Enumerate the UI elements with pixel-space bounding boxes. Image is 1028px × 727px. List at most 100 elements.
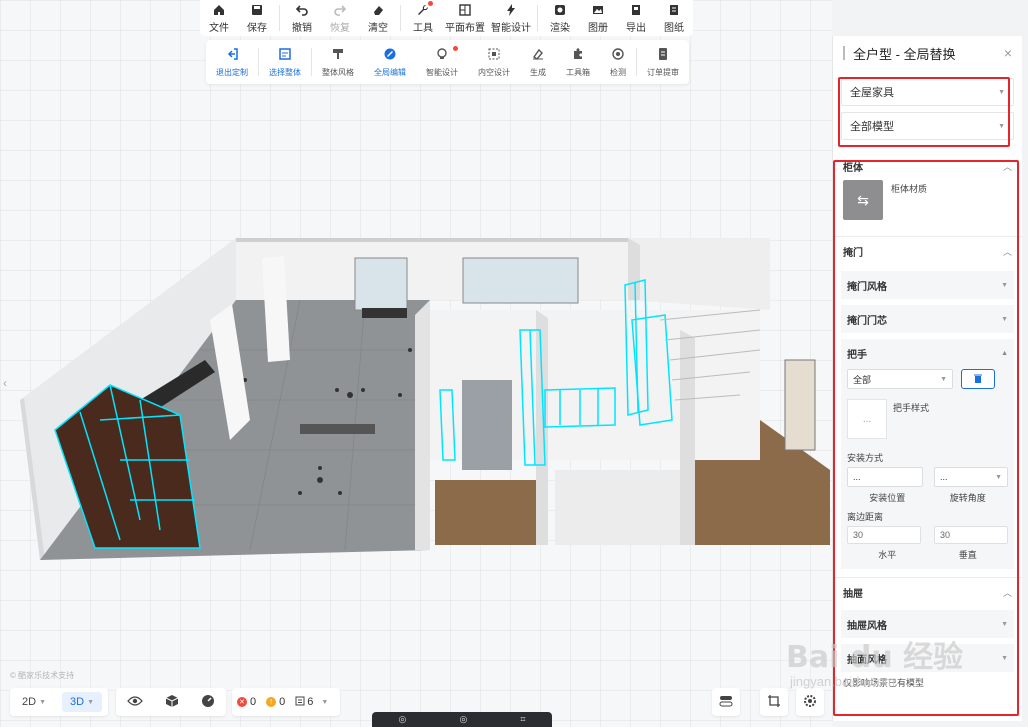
tools-button[interactable]: 工具 xyxy=(404,0,442,36)
back-wall-top xyxy=(236,238,628,242)
export-button[interactable]: 导出 xyxy=(617,0,655,36)
customize-toolbar: 退出定制 选择整体 整体风格 全局编辑 智能设计 内空设计 生成 工具箱 检测 … xyxy=(206,40,689,84)
toolbar-divider xyxy=(537,5,538,31)
view-settings-button[interactable] xyxy=(796,688,824,716)
global-edit-button[interactable]: 全局编辑 xyxy=(364,40,416,84)
chevron-down-icon: ▼ xyxy=(998,122,1005,130)
eye-icon[interactable] xyxy=(127,695,143,710)
floor-vent xyxy=(300,424,375,434)
3d-viewport[interactable]: 文件 保存 撤销 恢复 清空 工具 平面布置 智能设计 渲染 图册 导出 图纸 … xyxy=(0,0,832,727)
drawer-panel-style-select[interactable]: 抽面风格 ▼ xyxy=(841,644,1014,672)
chevron-down-icon: ▼ xyxy=(1001,315,1008,323)
issue-counter[interactable]: ✕ 0 ! 0 6 ▼ xyxy=(232,688,340,716)
camera-control-icon[interactable]: ⌗ xyxy=(520,714,525,725)
chevron-up-icon: ▲ xyxy=(1001,349,1008,357)
file-button[interactable]: 文件 xyxy=(200,0,238,36)
chevron-down-icon: ▼ xyxy=(998,88,1005,96)
order-review-button[interactable]: 订单提审 xyxy=(637,40,689,84)
view-3d-button[interactable]: 3D ▼ xyxy=(62,692,102,712)
exit-customize-button[interactable]: 退出定制 xyxy=(206,40,258,84)
swap-material-icon[interactable]: ⇆ xyxy=(843,180,883,220)
handle-section: 把手 ▲ 全部 ▼ ... 把手样式 安装方式 ... ... ▼ 安装位置 旋转角度… xyxy=(841,339,1014,569)
handle-filter-select[interactable]: 全部 ▼ xyxy=(847,369,953,389)
view-2d-button[interactable]: 2D ▼ xyxy=(14,692,54,712)
global-edit-icon xyxy=(383,47,397,64)
drawer-style-select[interactable]: 抽屉风格 ▼ xyxy=(841,610,1014,638)
display-tools xyxy=(116,688,226,716)
annex-wall xyxy=(628,238,640,300)
drawer-section-header[interactable]: 抽屉 ︿ xyxy=(833,578,1022,606)
save-button[interactable]: 保存 xyxy=(238,0,276,36)
toolbar-divider xyxy=(279,5,280,31)
cabinet-section-header[interactable]: 柜体 ︿ xyxy=(833,158,1022,174)
select-all-icon xyxy=(278,47,292,64)
collapse-left-chevron-icon[interactable]: ‹ xyxy=(0,372,10,394)
chevron-down-icon: ▼ xyxy=(1001,654,1008,662)
gauge-icon[interactable] xyxy=(201,694,215,711)
order-icon xyxy=(656,47,670,64)
main-toolbar: 文件 保存 撤销 恢复 清空 工具 平面布置 智能设计 渲染 图册 导出 图纸 xyxy=(200,0,693,36)
smart-design-badge xyxy=(453,46,458,51)
handle-section-header[interactable]: 把手 ▲ xyxy=(847,343,1008,363)
back-window-1 xyxy=(354,257,408,311)
album-button[interactable]: 图册 xyxy=(579,0,617,36)
home-icon xyxy=(212,3,226,17)
close-icon[interactable]: × xyxy=(1004,45,1012,61)
camera-control-icon[interactable]: ◎ xyxy=(399,714,407,725)
vertical-distance-input[interactable]: 30 xyxy=(934,526,1008,544)
redo-button[interactable]: 恢复 xyxy=(321,0,359,36)
toggle-settings-button[interactable] xyxy=(712,688,740,716)
camera-icon xyxy=(553,3,567,17)
model-scope-select[interactable]: 全部模型 ▼ xyxy=(841,112,1014,140)
bedroom-1-floor xyxy=(435,480,548,545)
handle-style-thumbnail[interactable]: ... xyxy=(847,399,887,439)
generate-icon xyxy=(531,47,545,64)
chevron-down-icon: ▼ xyxy=(321,698,329,706)
cube-icon[interactable] xyxy=(165,694,179,711)
install-position-select[interactable]: ... xyxy=(847,467,923,487)
chevron-up-icon: ︿ xyxy=(1002,587,1012,598)
camera-control-icon[interactable]: ◎ xyxy=(459,714,467,725)
view-mode-switch: 2D ▼ 3D ▼ xyxy=(10,688,108,716)
smart-design-button[interactable]: 智能设计 xyxy=(488,0,534,36)
layout-icon xyxy=(458,3,472,17)
tools-badge xyxy=(428,1,433,6)
screenshot-button[interactable] xyxy=(760,688,788,716)
inner-space-button[interactable]: 内空设计 xyxy=(468,40,520,84)
toggle-icon xyxy=(719,694,733,711)
back-window-2 xyxy=(462,257,579,304)
generate-button[interactable]: 生成 xyxy=(520,40,556,84)
save-icon xyxy=(250,3,264,17)
select-all-button[interactable]: 选择整体 xyxy=(259,40,311,84)
exit-icon xyxy=(225,47,239,64)
horizontal-distance-input[interactable]: 30 xyxy=(847,526,921,544)
error-count: ✕ 0 xyxy=(237,696,256,708)
door-section-header[interactable]: 掩门 ︿ xyxy=(833,237,1022,265)
undo-button[interactable]: 撤销 xyxy=(283,0,321,36)
rotation-angle-select[interactable]: ... ▼ xyxy=(934,467,1008,487)
drawings-button[interactable]: 图纸 xyxy=(655,0,693,36)
chevron-up-icon: ︿ xyxy=(1002,246,1012,257)
global-replace-panel: 全户型 - 全局替换 × 全屋家具 ▼ 全部模型 ▼ 柜体 ︿ ⇆ 柜体材质 掩门 ︿ … xyxy=(832,36,1022,721)
furniture-scope-select[interactable]: 全屋家具 ▼ xyxy=(841,78,1014,106)
chevron-down-icon: ▼ xyxy=(995,473,1002,481)
annex-back-wall xyxy=(628,238,770,310)
door-style-select[interactable]: 掩门风格 ▼ xyxy=(841,271,1014,299)
detect-icon xyxy=(611,47,625,64)
smart-design-sub-button[interactable]: 智能设计 xyxy=(416,40,468,84)
title-bar-accent xyxy=(843,46,845,60)
middle-divider-2 xyxy=(680,330,695,545)
cabinet-material-row: ⇆ 柜体材质 xyxy=(833,174,1022,228)
floor-plan-button[interactable]: 平面布置 xyxy=(442,0,488,36)
image-icon xyxy=(591,3,605,17)
overall-style-button[interactable]: 整体风格 xyxy=(312,40,364,84)
toolbox-button[interactable]: 工具箱 xyxy=(556,40,600,84)
door-core-select[interactable]: 掩门门芯 ▼ xyxy=(841,305,1014,333)
chevron-down-icon: ▼ xyxy=(940,375,947,383)
lightning-icon xyxy=(504,3,518,17)
render-button[interactable]: 渲染 xyxy=(541,0,579,36)
detect-button[interactable]: 检测 xyxy=(600,40,636,84)
delete-handle-button[interactable] xyxy=(961,369,995,389)
house-3d-model[interactable] xyxy=(0,0,832,727)
clear-button[interactable]: 清空 xyxy=(359,0,397,36)
